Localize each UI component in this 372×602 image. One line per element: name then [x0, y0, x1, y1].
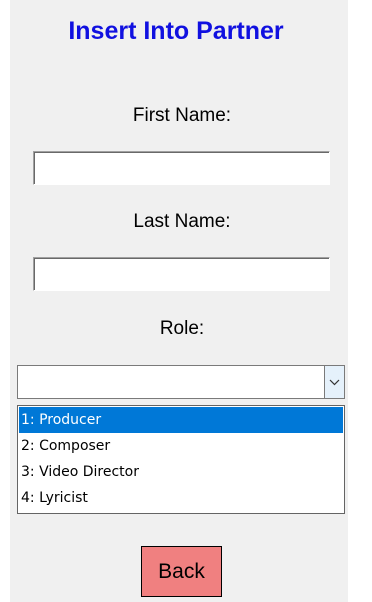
role-option-video-director[interactable]: 3: Video Director	[19, 459, 343, 485]
role-combobox[interactable]	[17, 365, 345, 399]
role-option-composer[interactable]: 2: Composer	[19, 433, 343, 459]
first-name-field[interactable]	[33, 151, 330, 185]
page-title: Insert Into Partner	[68, 17, 284, 45]
last-name-field[interactable]	[33, 257, 330, 291]
last-name-label: Last Name:	[133, 211, 231, 232]
first-name-label: First Name:	[132, 105, 232, 126]
back-button[interactable]: Back	[141, 546, 222, 597]
role-label: Role:	[159, 318, 205, 339]
role-dropdown-list: 1: Producer 2: Composer 3: Video Directo…	[17, 405, 345, 514]
combobox-dropdown-button[interactable]	[324, 366, 344, 398]
chevron-down-icon	[329, 379, 340, 385]
role-option-producer[interactable]: 1: Producer	[19, 407, 343, 433]
role-option-lyricist[interactable]: 4: Lyricist	[19, 485, 343, 511]
